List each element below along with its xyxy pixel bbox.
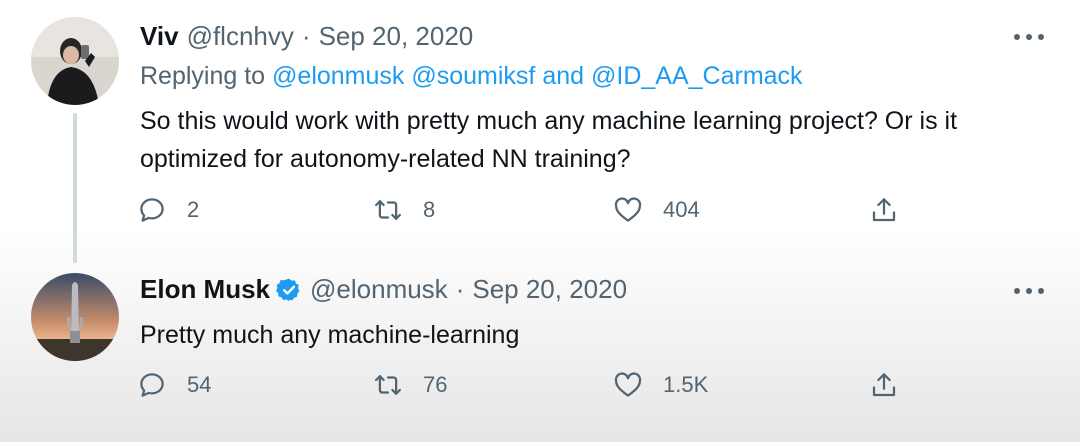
- reply-count: 54: [187, 372, 212, 397]
- separator-dot: ·: [455, 274, 465, 304]
- tweet-actions: 2 8 404: [137, 195, 917, 231]
- replying-prefix: Replying to: [140, 62, 266, 90]
- more-icon[interactable]: [1014, 32, 1044, 42]
- like-button[interactable]: 404: [613, 195, 700, 225]
- username[interactable]: @flcnhvy: [187, 21, 294, 52]
- tweet-elonmusk[interactable]: Elon Musk @elonmusk · Sep 20, 2020 Prett…: [0, 262, 1080, 442]
- display-name[interactable]: Elon Musk: [140, 274, 270, 305]
- like-count: 404: [663, 197, 700, 222]
- mention-link[interactable]: @ID_AA_Carmack: [591, 62, 803, 90]
- username[interactable]: @elonmusk: [310, 274, 448, 305]
- retweet-count: 76: [423, 372, 448, 397]
- avatar[interactable]: [31, 273, 119, 361]
- replying-to: Replying to @elonmusk @soumiksf and @ID_…: [140, 62, 803, 91]
- display-name[interactable]: Viv: [140, 21, 179, 52]
- retweet-icon: [375, 375, 401, 395]
- tweet-viv[interactable]: Viv @flcnhvy · Sep 20, 2020 Replying to …: [0, 0, 1080, 263]
- heart-icon: [614, 197, 642, 222]
- thread-line: [73, 113, 77, 263]
- reply-count: 2: [187, 197, 200, 222]
- share-icon: [872, 373, 896, 397]
- separator-dot: ·: [301, 21, 311, 51]
- tweet-actions: 54 76 1.5K: [137, 370, 917, 406]
- like-count: 1.5K: [663, 372, 709, 397]
- avatar[interactable]: [31, 17, 119, 105]
- tweet-header: Elon Musk @elonmusk · Sep 20, 2020: [140, 274, 627, 305]
- tweet-header: Viv @flcnhvy · Sep 20, 2020: [140, 21, 473, 52]
- more-icon[interactable]: [1014, 286, 1044, 296]
- reply-button[interactable]: 54: [137, 370, 211, 400]
- mention-link[interactable]: @elonmusk: [272, 62, 404, 90]
- like-button[interactable]: 1.5K: [613, 370, 708, 400]
- tweet-text: So this would work with pretty much any …: [140, 107, 958, 173]
- share-icon: [872, 198, 896, 222]
- mention-joiner: and: [542, 62, 585, 90]
- retweet-button[interactable]: 8: [373, 195, 435, 225]
- retweet-button[interactable]: 76: [373, 370, 447, 400]
- share-button[interactable]: [869, 195, 899, 225]
- reply-icon: [140, 198, 164, 222]
- timestamp[interactable]: Sep 20, 2020: [319, 21, 474, 52]
- share-button[interactable]: [869, 370, 899, 400]
- reply-icon: [140, 373, 164, 397]
- mention-link[interactable]: @soumiksf: [411, 62, 535, 90]
- verified-badge-icon: [276, 278, 300, 301]
- heart-icon: [614, 372, 642, 397]
- retweet-icon: [375, 200, 401, 220]
- retweet-count: 8: [423, 197, 436, 222]
- reply-button[interactable]: 2: [137, 195, 199, 225]
- timestamp[interactable]: Sep 20, 2020: [472, 274, 627, 305]
- tweet-text: Pretty much any machine-learning: [140, 321, 520, 349]
